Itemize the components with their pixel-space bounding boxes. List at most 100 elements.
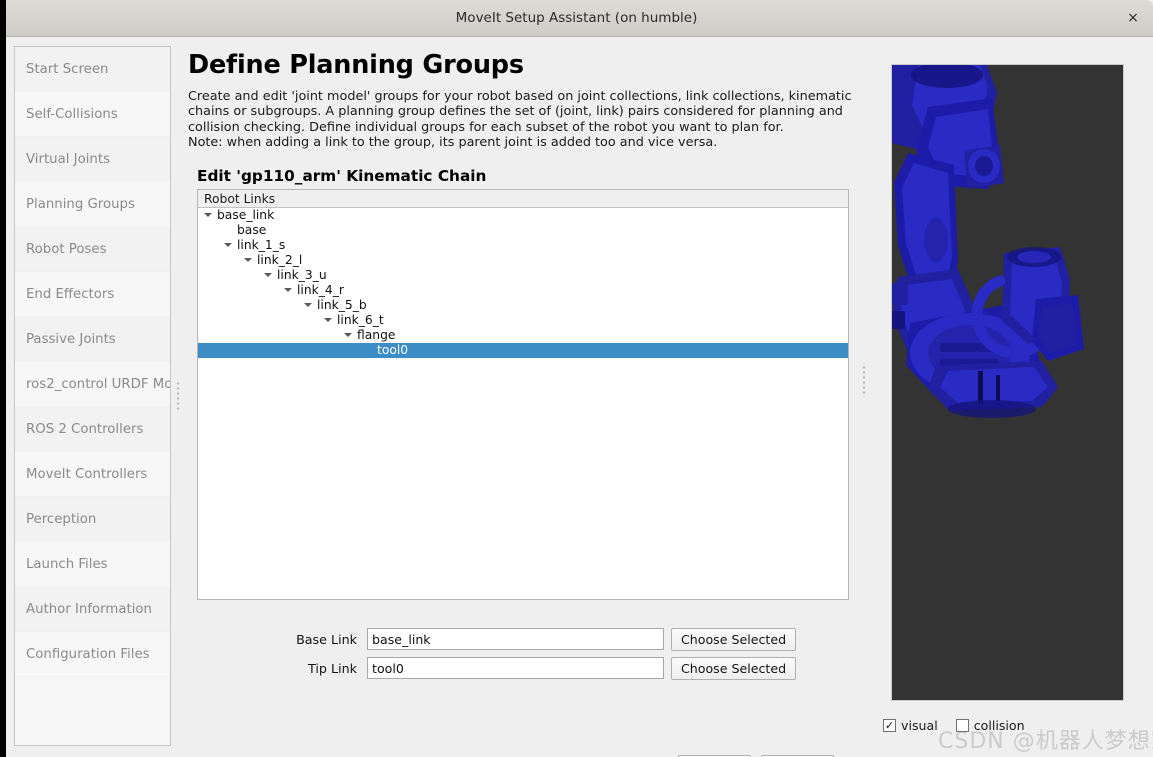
collision-checkbox[interactable]: ✓ collision	[955, 718, 1025, 733]
robot-part	[940, 367, 1048, 403]
tree-item-link_3_u[interactable]: link_3_u	[198, 268, 848, 283]
tree-column-header[interactable]: Robot Links	[198, 190, 848, 208]
sidebar-item-label: Perception	[26, 512, 97, 527]
tree-item-link_2_l[interactable]: link_2_l	[198, 253, 848, 268]
tree-item-tool0[interactable]: tool0	[198, 343, 848, 358]
sidebar-item-moveit-controllers[interactable]: MoveIt Controllers	[15, 452, 170, 497]
chevron-down-icon[interactable]	[324, 317, 332, 322]
sidebar-splitter-handle[interactable]	[172, 46, 183, 746]
chevron-down-icon[interactable]	[204, 212, 212, 217]
sidebar-item-start-screen[interactable]: Start Screen	[15, 47, 170, 92]
sidebar-item-robot-poses[interactable]: Robot Poses	[15, 227, 170, 272]
tree-item-link_5_b[interactable]: link_5_b	[198, 298, 848, 313]
sidebar-item-label: MoveIt Controllers	[26, 467, 148, 482]
sidebar-item-label: Start Screen	[26, 62, 109, 77]
splitter-dots	[862, 366, 865, 394]
sidebar-item-label: Self-Collisions	[26, 107, 118, 122]
window-title: MoveIt Setup Assistant (on humble)	[455, 10, 698, 26]
splitter-dots	[176, 382, 179, 410]
collision-checkbox-label: collision	[973, 718, 1025, 733]
page-description-line: Create and edit 'joint model' groups for…	[188, 89, 852, 135]
subsection-title: Edit 'gp110_arm' Kinematic Chain	[197, 166, 487, 185]
sidebar-item-passive-joints[interactable]: Passive Joints	[15, 317, 170, 362]
tree-item-label: link_1_s	[237, 238, 286, 252]
sidebar-item-label: Planning Groups	[26, 197, 135, 212]
visual-checkbox-label: visual	[901, 718, 938, 733]
base-link-input[interactable]	[367, 628, 664, 650]
sidebar-item-self-collisions[interactable]: Self-Collisions	[15, 92, 170, 137]
tree-item-link_4_r[interactable]: link_4_r	[198, 283, 848, 298]
tree-item-base_link[interactable]: base_link	[198, 208, 848, 223]
page-description: Create and edit 'joint model' groups for…	[188, 89, 854, 151]
sidebar-item-label: Virtual Joints	[26, 152, 110, 167]
sidebar-item-configuration-files[interactable]: Configuration Files	[15, 632, 170, 677]
tree-item-label: base	[237, 223, 267, 237]
tree-item-label: link_5_b	[317, 298, 367, 312]
robot-part	[978, 371, 983, 405]
main-content: Define Planning Groups Create and edit '…	[188, 50, 856, 757]
sidebar-item-label: End Effectors	[26, 287, 115, 302]
base-link-label: Base Link	[296, 631, 357, 647]
tree-item-link_6_t[interactable]: link_6_t	[198, 313, 848, 328]
tip-link-row: Tip Link Choose Selected	[197, 656, 849, 680]
robot-part	[948, 400, 1036, 418]
robot-part	[892, 283, 908, 305]
visual-checkbox[interactable]: ✓ visual	[883, 718, 938, 733]
robot-part	[996, 375, 1000, 401]
tree-body: base_link base link_1_s link_2_l link_3_u lin…	[198, 208, 848, 358]
chevron-down-icon[interactable]	[224, 242, 232, 247]
sidebar-item-label: Passive Joints	[26, 332, 116, 347]
tree-item-label: base_link	[217, 208, 275, 222]
sidebar-item-ros-2-controllers[interactable]: ROS 2 Controllers	[15, 407, 170, 452]
robot-links-tree[interactable]: Robot Links base_link base link_1_s link_2_…	[197, 189, 849, 600]
base-link-choose-selected-button[interactable]: Choose Selected	[671, 627, 797, 651]
base-link-row: Base Link Choose Selected	[197, 627, 849, 651]
tree-item-label: link_2_l	[257, 253, 303, 267]
sidebar-item-ros2-control-urdf-mo[interactable]: ros2_control URDF Mo	[15, 362, 170, 407]
robot-part	[892, 311, 905, 329]
tree-item-label: flange	[357, 328, 396, 342]
sidebar-item-author-information[interactable]: Author Information	[15, 587, 170, 632]
robot-3d-viewport[interactable]	[891, 64, 1124, 701]
viewport-display-options: ✓ visual ✓ collision	[883, 718, 1025, 733]
robot-part	[924, 218, 948, 262]
visual-checkbox-box: ✓	[883, 719, 896, 732]
chevron-down-icon[interactable]	[304, 302, 312, 307]
tree-item-label: link_4_r	[297, 283, 344, 297]
tip-link-label: Tip Link	[308, 660, 357, 676]
tree-item-base[interactable]: base	[198, 223, 848, 238]
chevron-down-icon[interactable]	[244, 257, 252, 262]
page-title: Define Planning Groups	[188, 50, 524, 80]
collision-checkbox-box: ✓	[955, 719, 969, 732]
tree-item-label: link_6_t	[337, 313, 384, 327]
sidebar-item-label: ROS 2 Controllers	[26, 422, 144, 437]
chevron-down-icon[interactable]	[344, 332, 352, 337]
robot-model-render	[892, 65, 1084, 418]
viewport-splitter-handle[interactable]	[858, 60, 869, 700]
chevron-down-icon[interactable]	[264, 272, 272, 277]
sidebar-item-label: Launch Files	[26, 557, 108, 572]
sidebar-item-planning-groups[interactable]: Planning Groups	[15, 182, 170, 227]
page-description-line: Note: when adding a link to the group, i…	[188, 135, 718, 151]
tree-item-flange[interactable]: flange	[198, 328, 848, 343]
sidebar-item-label: Configuration Files	[26, 647, 150, 662]
chevron-down-icon[interactable]	[284, 287, 292, 292]
tip-link-input[interactable]	[367, 657, 664, 679]
tree-item-label: tool0	[377, 343, 409, 357]
navigation-sidebar: Start Screen Self-Collisions Virtual Joint…	[14, 46, 171, 746]
close-icon[interactable]: ×	[1121, 7, 1145, 29]
sidebar-item-label: Author Information	[26, 602, 152, 617]
tree-item-link_1_s[interactable]: link_1_s	[198, 238, 848, 253]
title-bar: MoveIt Setup Assistant (on humble) ×	[0, 0, 1153, 37]
tree-item-label: link_3_u	[277, 268, 327, 282]
window-left-edge	[0, 0, 6, 757]
sidebar-item-end-effectors[interactable]: End Effectors	[15, 272, 170, 317]
sidebar-item-perception[interactable]: Perception	[15, 497, 170, 542]
app-window: MoveIt Setup Assistant (on humble) × Sta…	[0, 0, 1153, 757]
tip-link-choose-selected-button[interactable]: Choose Selected	[671, 656, 797, 680]
robot-part	[975, 156, 993, 176]
sidebar-item-launch-files[interactable]: Launch Files	[15, 542, 170, 587]
sidebar-item-virtual-joints[interactable]: Virtual Joints	[15, 137, 170, 182]
sidebar-item-label: ros2_control URDF Mo	[26, 377, 170, 392]
sidebar-item-label: Robot Poses	[26, 242, 107, 257]
